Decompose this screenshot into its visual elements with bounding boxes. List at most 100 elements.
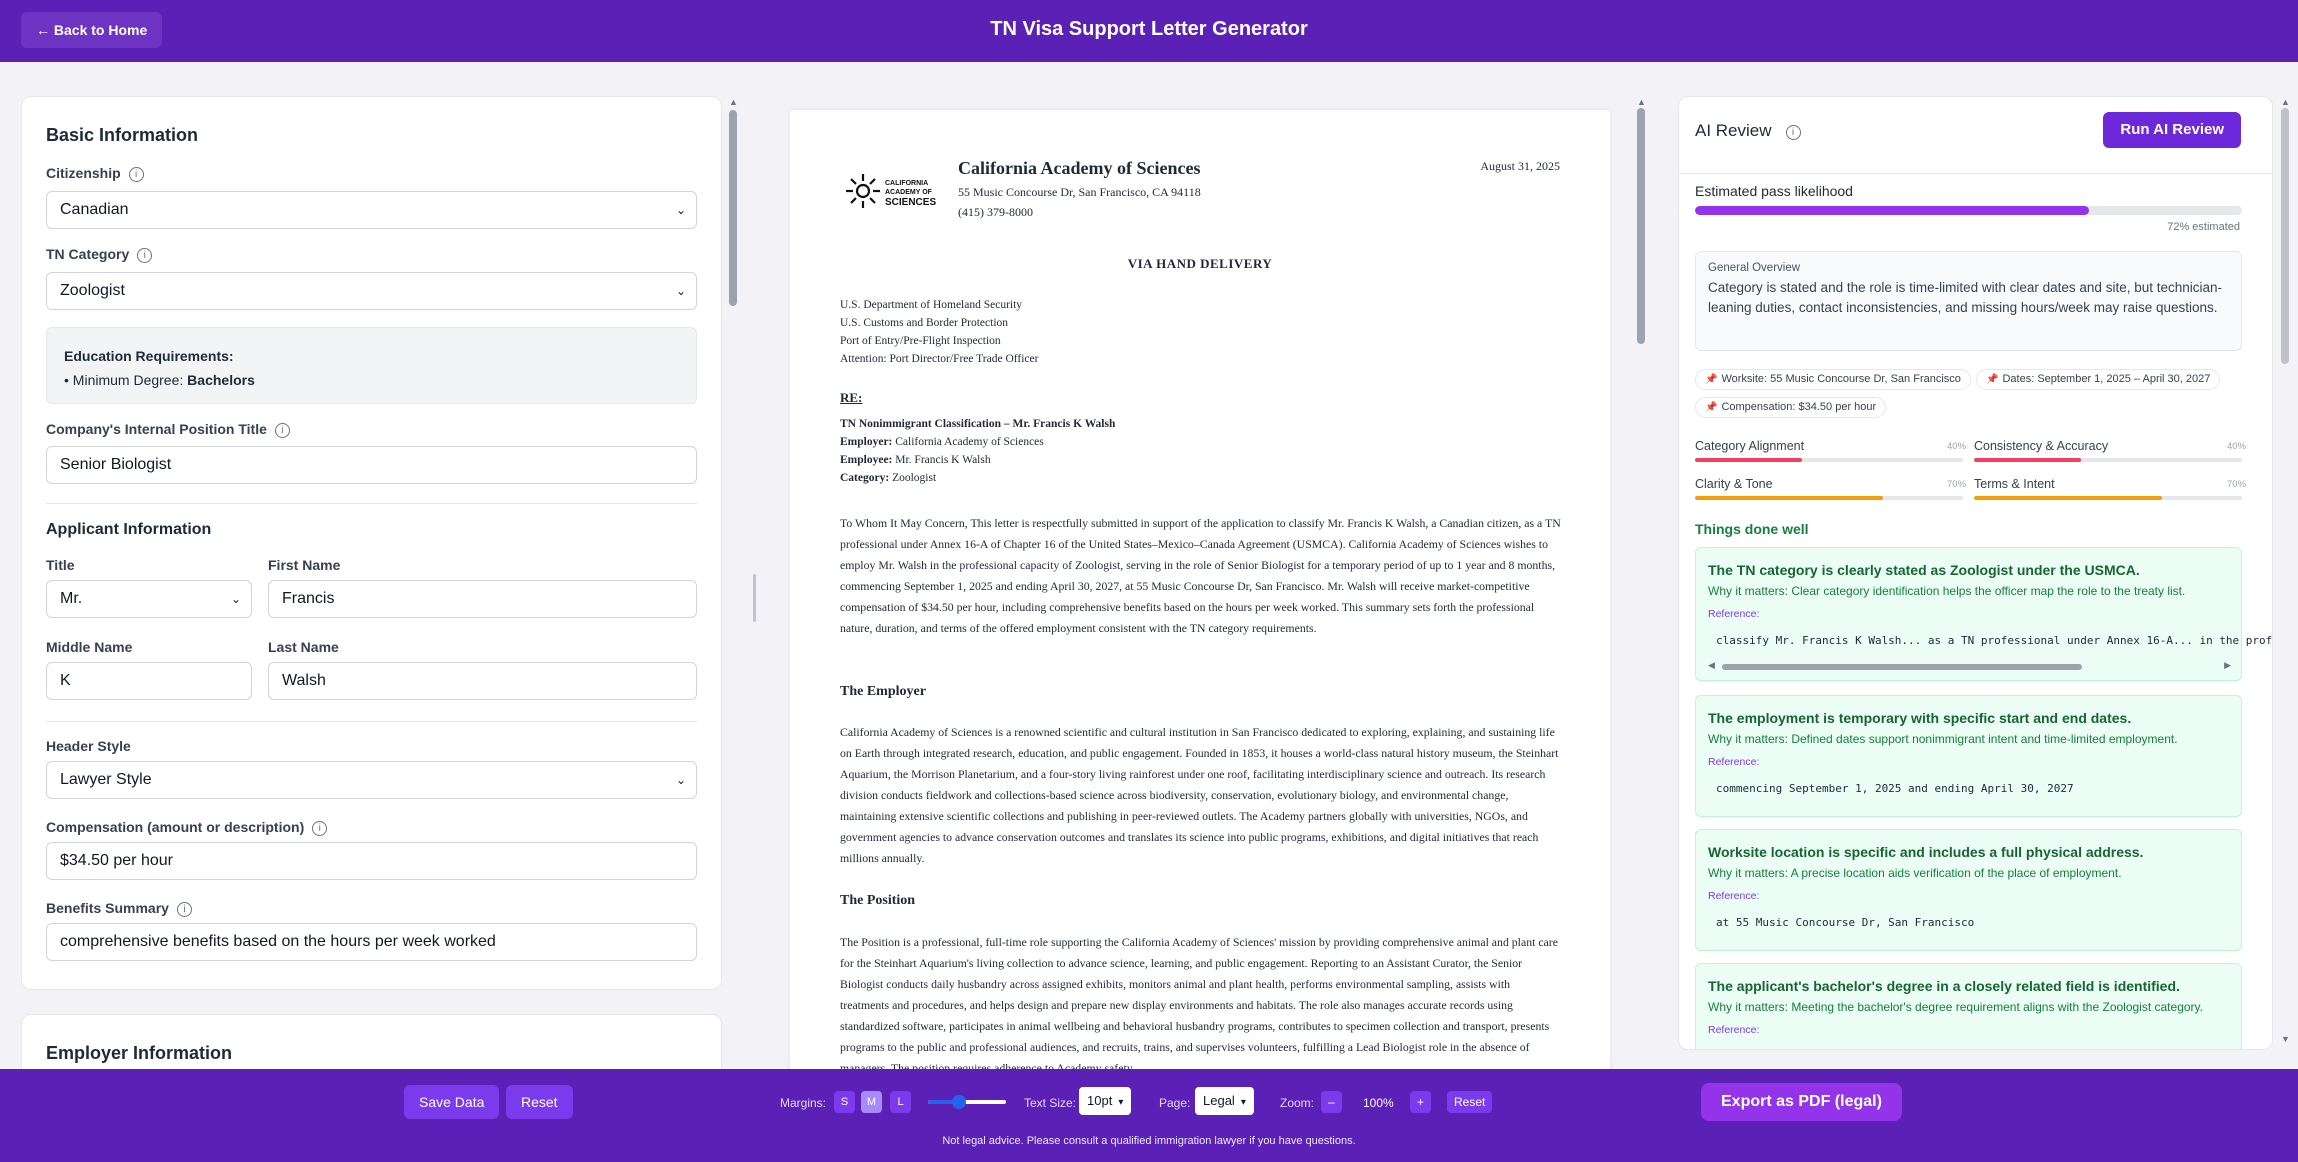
reference-code: classify Mr. Francis K Walsh... as a TN … [1716, 634, 2273, 647]
text-size-label: Text Size: [1024, 1096, 1077, 1110]
citizenship-select[interactable]: Canadian ⌄ [46, 191, 697, 229]
last-name-input[interactable]: Walsh [268, 662, 697, 700]
info-icon[interactable]: i [128, 167, 144, 182]
info-icon[interactable]: i [137, 248, 153, 263]
position-title-input[interactable]: Senior Biologist [46, 446, 697, 484]
scroll-up-icon[interactable]: ▲ [2281, 97, 2290, 107]
intro-paragraph: To Whom It May Concern, This letter is r… [840, 516, 1561, 635]
reset-button[interactable]: Reset [506, 1085, 573, 1119]
zoom-value: 100% [1363, 1096, 1394, 1110]
pass-likelihood-fill [1695, 206, 2089, 215]
review-item-title: The TN category is clearly stated as Zoo… [1708, 562, 2140, 578]
divider [1679, 173, 2272, 174]
info-icon[interactable]: i [1785, 125, 1801, 140]
header-style-label: Header Style [46, 738, 131, 754]
position-paragraph: The Position is a professional, full-tim… [840, 935, 1558, 1070]
metric-bar [1695, 496, 1963, 500]
tn-category-label: TN Category i [46, 246, 153, 263]
re-heading: TN Nonimmigrant Classification – Mr. Fra… [840, 418, 1116, 430]
scroll-up-icon[interactable]: ▲ [729, 97, 738, 107]
review-item-why: Why it matters: Defined dates support no… [1708, 732, 2178, 746]
pass-likelihood-note: 72% estimated [2167, 221, 2240, 233]
scroll-left-icon[interactable]: ◀ [1708, 660, 1715, 671]
employer-heading: The Employer [840, 684, 926, 699]
margin-large-button[interactable]: L [890, 1091, 911, 1113]
scroll-right-icon[interactable]: ▶ [2224, 660, 2231, 671]
review-item-title: Worksite location is specific and includ… [1708, 844, 2144, 860]
employer-information-title: Employer Information [46, 1043, 233, 1063]
re-category: Category: Zoologist [840, 472, 937, 484]
info-icon[interactable]: i [274, 423, 290, 438]
pin-icon: 📌 [1986, 374, 1999, 385]
metric-bar [1974, 496, 2242, 500]
education-requirements-box: Education Requirements: • Minimum Degree… [46, 327, 697, 404]
metric-label: Consistency & Accuracy [1974, 439, 2109, 453]
export-pdf-button[interactable]: Export as PDF (legal) [1701, 1083, 1902, 1121]
title-select[interactable]: Mr. ⌄ [46, 580, 252, 618]
margin-small-button[interactable]: S [834, 1091, 855, 1113]
metric-label: Category Alignment [1695, 439, 1805, 453]
dates-chip: 📌 Dates: September 1, 2025 – April 30, 20… [1976, 369, 2221, 390]
pass-likelihood-bar [1695, 206, 2242, 215]
organization-name: California Academy of Sciences [958, 158, 1201, 178]
scroll-down-icon[interactable]: ▼ [2281, 1034, 2290, 1044]
info-icon[interactable]: i [176, 902, 192, 917]
text-size-slider[interactable] [928, 1095, 1006, 1109]
preview-scrollbar[interactable]: ▲ [1636, 96, 1646, 1056]
recipient-line: U.S. Department of Homeland Security [840, 299, 1023, 311]
metric-percent: 40% [2227, 441, 2247, 452]
scroll-up-icon[interactable]: ▲ [1637, 97, 1646, 107]
recipient-line: Attention: Port Director/Free Trade Offi… [840, 353, 1039, 365]
benefits-summary-label: Benefits Summary i [46, 900, 192, 917]
general-overview-text: Category is stated and the role is time-… [1708, 280, 2223, 315]
chevron-down-icon: ⌄ [675, 284, 686, 298]
general-overview-box: General Overview Category is stated and … [1695, 251, 2242, 351]
run-ai-review-button[interactable]: Run AI Review [2103, 112, 2241, 148]
review-item-card: Worksite location is specific and includ… [1695, 829, 2242, 951]
save-data-button[interactable]: Save Data [404, 1085, 500, 1119]
info-icon[interactable]: i [312, 821, 328, 836]
compensation-input[interactable]: $34.50 per hour [46, 842, 697, 880]
review-item-card: The applicant's bachelor's degree in a c… [1695, 963, 2242, 1049]
scrollbar-thumb[interactable] [729, 110, 737, 306]
text-size-select[interactable]: 10pt ▾ [1079, 1087, 1132, 1115]
chevron-down-icon: ⌄ [230, 592, 241, 606]
re-label: RE: [840, 390, 863, 405]
delivery-method: VIA HAND DELIVERY [1127, 256, 1273, 271]
tn-category-select[interactable]: Zoologist ⌄ [46, 272, 697, 310]
reference-scrollbar[interactable]: ◀ ▶ [1708, 660, 2231, 672]
review-item-why: Why it matters: A precise location aids … [1708, 866, 2122, 880]
zoom-reset-button[interactable]: Reset [1447, 1091, 1493, 1113]
page-size-select[interactable]: Legal ▾ [1195, 1087, 1254, 1115]
chevron-down-icon: ⌄ [675, 203, 686, 217]
chevron-down-icon: ▾ [1240, 1097, 1246, 1108]
metric-fill [1695, 496, 1883, 500]
organization-phone: (415) 379-8000 [958, 205, 1033, 219]
resize-handle[interactable] [753, 574, 756, 622]
first-name-input[interactable]: Francis [268, 580, 697, 618]
margin-medium-button[interactable]: M [861, 1091, 882, 1113]
position-heading: The Position [840, 893, 916, 908]
scrollbar-thumb[interactable] [1722, 664, 2082, 670]
ai-review-panel: AI Review i Run AI Review Estimated pass … [1678, 96, 2273, 1050]
metric-percent: 70% [1947, 479, 1967, 490]
last-name-label: Last Name [268, 639, 339, 655]
first-name-label: First Name [268, 557, 341, 573]
benefits-summary-input[interactable]: comprehensive benefits based on the hour… [46, 923, 697, 961]
letter-date: August 31, 2025 [1480, 159, 1560, 173]
zoom-in-button[interactable]: + [1410, 1091, 1432, 1113]
scrollbar-thumb[interactable] [1637, 108, 1645, 344]
reference-label: Reference: [1708, 756, 1760, 768]
scrollbar-thumb[interactable] [2281, 108, 2289, 364]
divider [46, 503, 697, 504]
review-scrollbar[interactable]: ▲ ▼ [2280, 96, 2290, 1050]
middle-name-input[interactable]: K [46, 662, 252, 700]
recipient-line: Port of Entry/Pre-Flight Inspection [840, 335, 1001, 347]
zoom-out-button[interactable]: – [1321, 1091, 1342, 1113]
legal-disclaimer: Not legal advice. Please consult a quali… [942, 1135, 1356, 1147]
slider-knob[interactable] [952, 1095, 966, 1109]
re-employer: Employer: California Academy of Sciences [840, 436, 1044, 448]
header-style-select[interactable]: Lawyer Style ⌄ [46, 761, 697, 799]
form-scrollbar[interactable]: ▲ [728, 96, 738, 990]
metric-percent: 70% [2227, 479, 2247, 490]
